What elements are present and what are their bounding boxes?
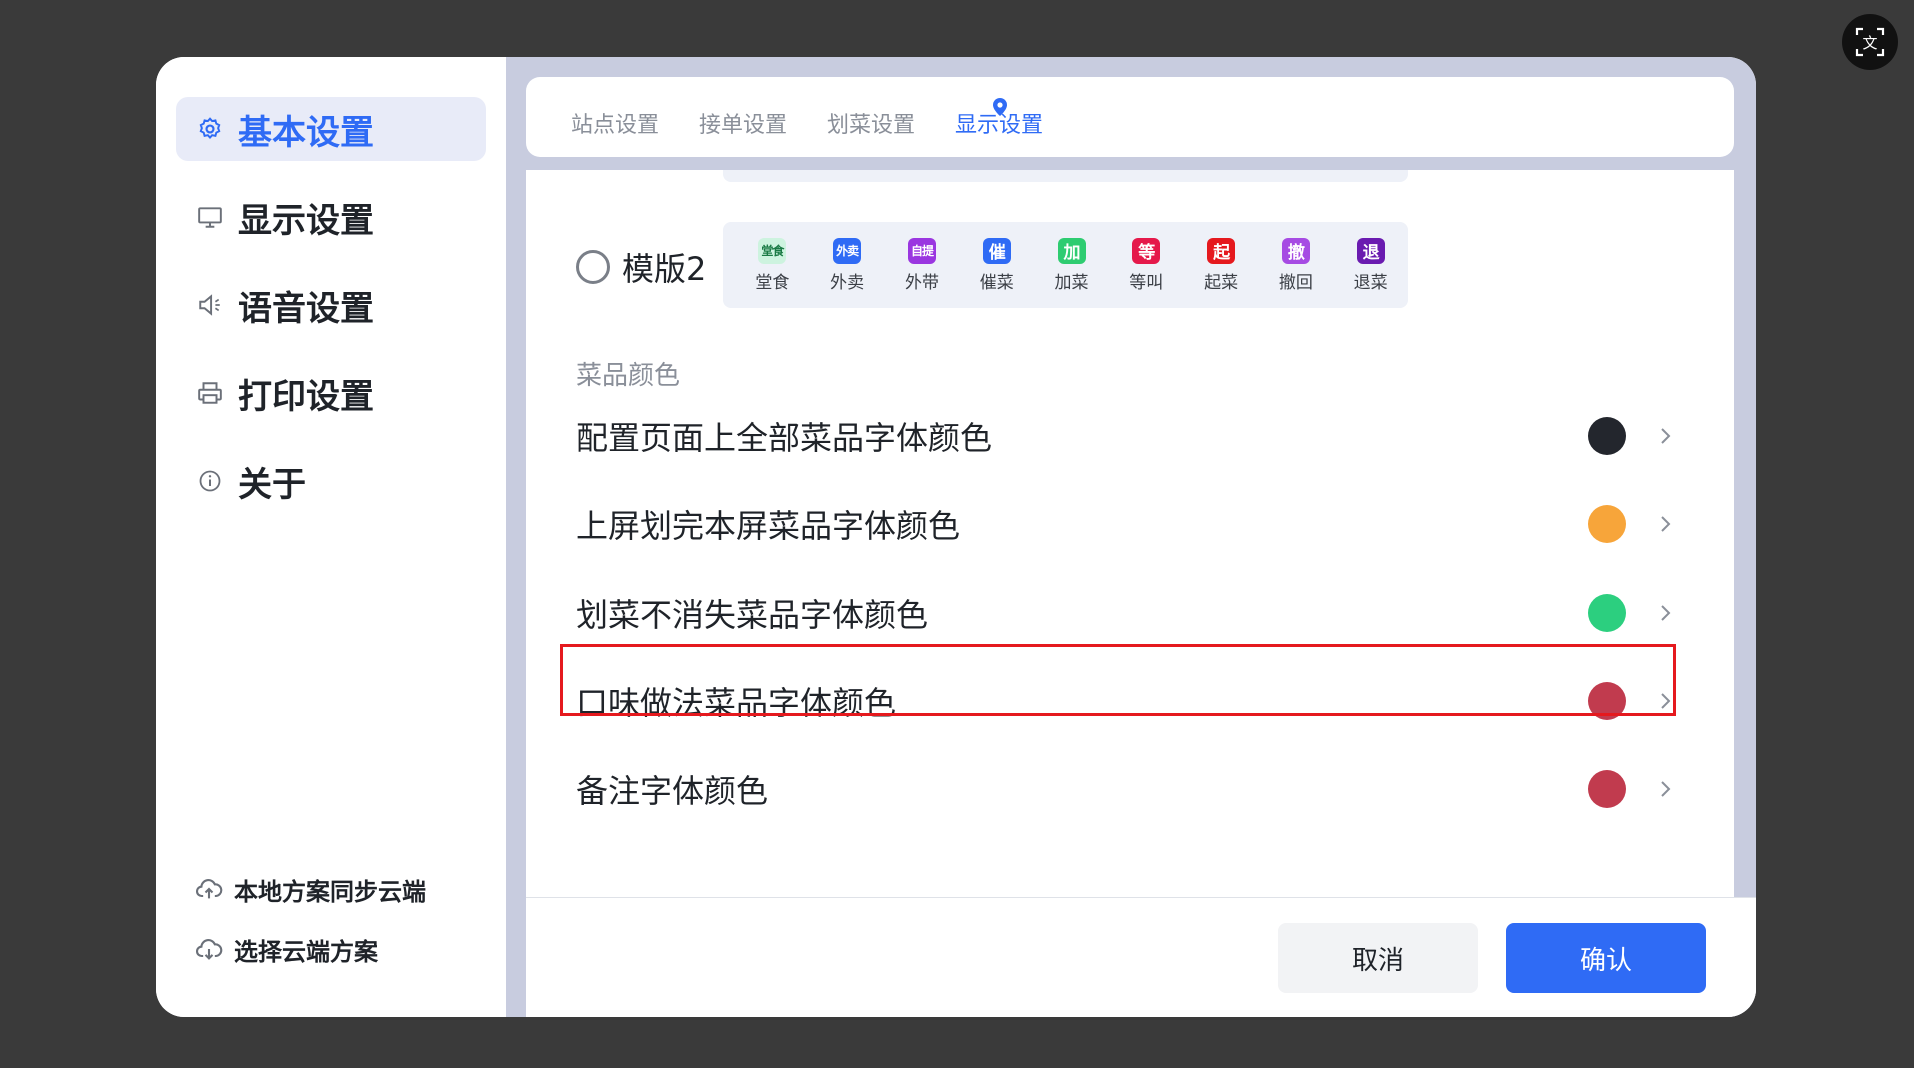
wait-badge: 等 <box>1132 237 1161 264</box>
badge-label: 外卖 <box>830 272 865 293</box>
color-setting-row[interactable]: 上屏划完本屏菜品字体颜色 <box>576 489 1676 559</box>
settings-sidebar: 基本设置 显示设置 语音设置 打印设置 关于 本地方案同步云端 选择云端方案 <box>156 57 506 1017</box>
template-1-preview <box>723 170 1408 182</box>
sync-label: 本地方案同步云端 <box>234 877 426 906</box>
takeout-badge: 外卖 <box>833 237 862 264</box>
chevron-right-icon[interactable] <box>1656 603 1676 623</box>
settings-main: 站点设置 接单设置 划菜设置 显示设置 模版2 堂食 堂食 外卖 外卖 自提 外… <box>506 57 1756 1017</box>
template-2-label: 模版2 <box>622 250 707 288</box>
settings-content: 模版2 堂食 堂食 外卖 外卖 自提 外带 催 催菜 加 加菜 等 等叫 起 起… <box>526 170 1734 900</box>
svg-text:文: 文 <box>1862 34 1877 52</box>
template-2-preview: 堂食 堂食 外卖 外卖 自提 外带 催 催菜 加 加菜 等 等叫 起 起菜 撤 … <box>723 222 1408 308</box>
sidebar-item-label: 语音设置 <box>238 288 374 329</box>
badge-item: 起 起菜 <box>1184 237 1259 293</box>
color-swatch[interactable] <box>1588 682 1626 720</box>
add-dish-badge: 加 <box>1057 237 1086 264</box>
return-badge: 退 <box>1356 237 1385 264</box>
tab-order-settings[interactable]: 接单设置 <box>699 107 787 139</box>
revoke-badge: 撤 <box>1281 237 1310 264</box>
rush-badge: 催 <box>982 237 1011 264</box>
settings-dialog: 基本设置 显示设置 语音设置 打印设置 关于 本地方案同步云端 选择云端方案 站… <box>156 57 1756 1017</box>
color-setting-row[interactable]: 划菜不消失菜品字体颜色 <box>576 578 1676 648</box>
confirm-button[interactable]: 确认 <box>1506 923 1706 993</box>
chevron-right-icon[interactable] <box>1656 514 1676 534</box>
tab-dish-marking-settings[interactable]: 划菜设置 <box>827 107 915 139</box>
sidebar-item-label: 关于 <box>238 464 306 505</box>
badge-item: 自提 外带 <box>885 237 960 293</box>
color-setting-row[interactable]: 备注字体颜色 <box>576 754 1676 824</box>
color-setting-label: 划菜不消失菜品字体颜色 <box>576 596 929 634</box>
color-swatch[interactable] <box>1588 770 1626 808</box>
badge-label: 等叫 <box>1129 272 1164 293</box>
color-setting-label: 口味做法菜品字体颜色 <box>576 684 897 722</box>
translate-icon: 文 <box>1855 27 1885 57</box>
gear-icon <box>196 115 224 143</box>
cloud-plan-label: 选择云端方案 <box>234 937 378 966</box>
tab-site-settings[interactable]: 站点设置 <box>571 107 659 139</box>
sync-local-to-cloud-button[interactable]: 本地方案同步云端 <box>194 869 426 909</box>
dine-in-badge: 堂食 <box>758 237 787 264</box>
info-icon <box>196 467 224 495</box>
cloud-download-icon <box>194 934 224 964</box>
pickup-badge: 自提 <box>907 237 936 264</box>
speaker-icon <box>196 291 224 319</box>
serve-badge: 起 <box>1207 237 1236 264</box>
dish-color-section-title: 菜品颜色 <box>576 361 681 391</box>
template-2-radio[interactable] <box>576 250 610 284</box>
chevron-right-icon[interactable] <box>1656 691 1676 711</box>
badge-label: 外带 <box>904 272 939 293</box>
color-swatch[interactable] <box>1588 594 1626 632</box>
sidebar-item-about[interactable]: 关于 <box>176 449 486 513</box>
color-setting-label: 上屏划完本屏菜品字体颜色 <box>576 507 961 545</box>
tab-display-settings[interactable]: 显示设置 <box>955 107 1043 139</box>
badge-item: 堂食 堂食 <box>735 237 810 293</box>
badge-item: 等 等叫 <box>1109 237 1184 293</box>
sidebar-item-print-settings[interactable]: 打印设置 <box>176 361 486 425</box>
badge-label: 加菜 <box>1054 272 1089 293</box>
cancel-button[interactable]: 取消 <box>1278 923 1478 993</box>
color-setting-label: 备注字体颜色 <box>576 772 769 810</box>
monitor-icon <box>196 203 224 231</box>
cloud-upload-icon <box>194 874 224 904</box>
badge-item: 退 退菜 <box>1333 237 1408 293</box>
badge-label: 催菜 <box>979 272 1014 293</box>
badge-label: 堂食 <box>755 272 790 293</box>
template-2-option[interactable]: 模版2 <box>576 222 706 312</box>
badge-item: 外卖 外卖 <box>810 237 885 293</box>
chevron-right-icon[interactable] <box>1656 779 1676 799</box>
sidebar-item-label: 打印设置 <box>238 376 374 417</box>
translate-button[interactable]: 文 <box>1842 14 1898 70</box>
tab-bar: 站点设置 接单设置 划菜设置 显示设置 <box>526 77 1734 157</box>
badge-item: 加 加菜 <box>1034 237 1109 293</box>
color-setting-row[interactable]: 配置页面上全部菜品字体颜色 <box>576 401 1676 471</box>
sidebar-item-display-settings[interactable]: 显示设置 <box>176 185 486 249</box>
sidebar-item-label: 基本设置 <box>238 112 374 153</box>
color-setting-row[interactable]: 口味做法菜品字体颜色 <box>576 666 1676 736</box>
sidebar-item-label: 显示设置 <box>238 200 374 241</box>
badge-item: 撤 撤回 <box>1258 237 1333 293</box>
color-swatch[interactable] <box>1588 505 1626 543</box>
color-setting-label: 配置页面上全部菜品字体颜色 <box>576 419 993 457</box>
color-swatch[interactable] <box>1588 417 1626 455</box>
badge-label: 起菜 <box>1204 272 1239 293</box>
badge-label: 退菜 <box>1353 272 1388 293</box>
chevron-right-icon[interactable] <box>1656 426 1676 446</box>
badge-item: 催 催菜 <box>959 237 1034 293</box>
printer-icon <box>196 379 224 407</box>
sidebar-item-voice-settings[interactable]: 语音设置 <box>176 273 486 337</box>
badge-label: 撤回 <box>1278 272 1313 293</box>
sidebar-item-basic-settings[interactable]: 基本设置 <box>176 97 486 161</box>
choose-cloud-plan-button[interactable]: 选择云端方案 <box>194 929 378 969</box>
